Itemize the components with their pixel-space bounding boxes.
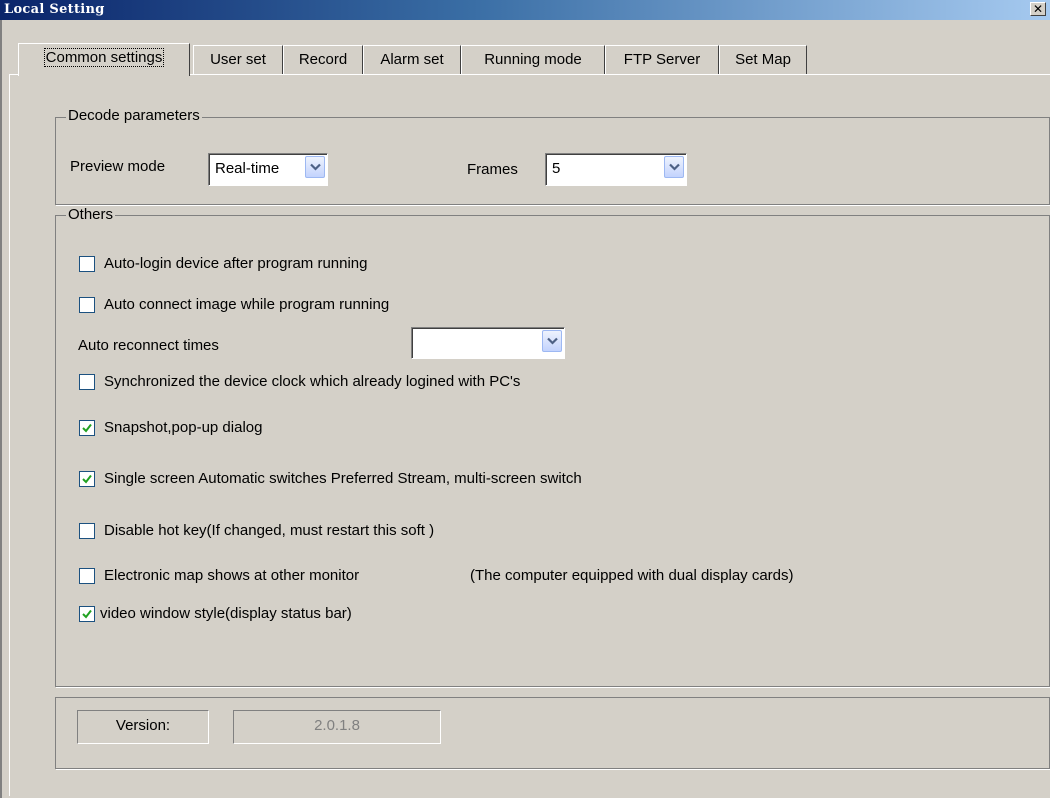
others-legend: Others xyxy=(66,206,116,223)
close-button[interactable]: ✕ xyxy=(1030,2,1046,16)
tab-ftp-server[interactable]: FTP Server xyxy=(605,45,719,75)
tab-label: Running mode xyxy=(484,51,582,68)
tab-alarm-set[interactable]: Alarm set xyxy=(363,45,461,75)
frames-value: 5 xyxy=(552,160,561,177)
auto-login-label: Auto-login device after program running xyxy=(104,255,368,272)
tab-label: User set xyxy=(210,51,266,68)
tab-label: FTP Server xyxy=(623,51,701,68)
left-edge xyxy=(0,20,2,798)
dropdown-button[interactable] xyxy=(542,330,562,352)
auto-connect-checkbox[interactable] xyxy=(79,297,95,313)
tab-running-mode[interactable]: Running mode xyxy=(461,45,605,75)
preview-mode-value: Real-time xyxy=(215,160,280,177)
disable-hotkey-checkbox[interactable] xyxy=(79,523,95,539)
emap-monitor-checkbox[interactable] xyxy=(79,568,95,584)
sync-clock-label: Synchronized the device clock which alre… xyxy=(104,373,521,390)
title-bar xyxy=(0,0,1050,20)
tab-user-set[interactable]: User set xyxy=(193,45,283,75)
disable-hotkey-label: Disable hot key(If changed, must restart… xyxy=(104,522,435,539)
dropdown-button[interactable] xyxy=(664,156,684,178)
chevron-down-icon xyxy=(547,337,558,345)
sync-clock-checkbox[interactable] xyxy=(79,374,95,390)
version-label: Version: xyxy=(77,710,209,744)
chevron-down-icon xyxy=(310,163,321,171)
preview-mode-select[interactable]: Real-time xyxy=(208,153,328,186)
window-title: Local Setting xyxy=(4,2,105,17)
auto-login-checkbox[interactable] xyxy=(79,256,95,272)
tab-set-map[interactable]: Set Map xyxy=(719,45,807,75)
close-icon: ✕ xyxy=(1032,2,1044,16)
snapshot-checkbox[interactable] xyxy=(79,420,95,436)
version-value: 2.0.1.8 xyxy=(233,710,441,744)
single-screen-checkbox[interactable] xyxy=(79,471,95,487)
single-screen-label: Single screen Automatic switches Preferr… xyxy=(104,470,582,487)
tab-label: Record xyxy=(298,51,348,68)
video-style-label: video window style(display status bar) xyxy=(100,605,352,622)
check-icon xyxy=(82,423,92,433)
auto-reconnect-select[interactable] xyxy=(411,327,565,359)
auto-reconnect-label: Auto reconnect times xyxy=(78,337,219,354)
check-icon xyxy=(82,609,92,619)
snapshot-label: Snapshot,pop-up dialog xyxy=(104,419,263,436)
preview-mode-label: Preview mode xyxy=(70,158,166,175)
decode-parameters-legend: Decode parameters xyxy=(66,107,202,124)
dropdown-button[interactable] xyxy=(305,156,325,178)
tab-label: Set Map xyxy=(735,51,791,68)
tab-label: Alarm set xyxy=(380,51,444,68)
check-icon xyxy=(82,474,92,484)
tab-label: Common settings xyxy=(43,48,165,67)
chevron-down-icon xyxy=(669,163,680,171)
emap-monitor-label: Electronic map shows at other monitor xyxy=(104,567,360,584)
auto-connect-label: Auto connect image while program running xyxy=(104,296,390,313)
emap-note: (The computer equipped with dual display… xyxy=(470,567,794,584)
tab-common-settings[interactable]: Common settings xyxy=(18,43,190,76)
video-style-checkbox[interactable] xyxy=(79,606,95,622)
frames-select[interactable]: 5 xyxy=(545,153,687,186)
tab-record[interactable]: Record xyxy=(283,45,363,75)
frames-label: Frames xyxy=(467,161,518,178)
